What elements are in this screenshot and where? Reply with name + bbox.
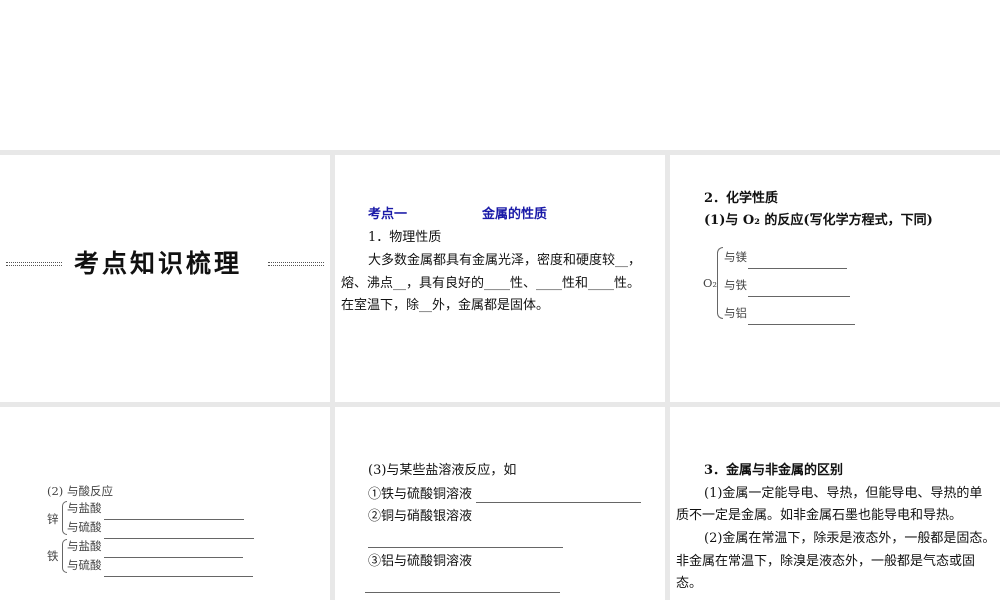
- top-blank-area: [0, 0, 1000, 150]
- subheading: (1)与 O₂ 的反应(写化学方程式，下同): [704, 213, 933, 228]
- subheading: (2) 与酸反应: [47, 484, 113, 498]
- slide-physical-properties[interactable]: 考点一 金属的性质 1．物理性质 大多数金属都具有金属光泽，密度和硬度较__， …: [335, 155, 665, 402]
- text-line: 质不一定是金属。如非金属石墨也能导电和导热。: [676, 508, 963, 523]
- answer-blank[interactable]: [748, 268, 847, 269]
- text-line: 态。: [676, 576, 703, 591]
- acid-item: 与盐酸: [67, 539, 102, 553]
- dotted-divider-right: [268, 262, 324, 266]
- text-line: (1)金属一定能导电、导热，但能导电、导热的单: [704, 486, 983, 501]
- text-line: (2)金属在常温下，除汞是液态外，一般都是固态。: [704, 531, 996, 546]
- text-line: 非金属在常温下，除溴是液态外，一般都是气态或固: [676, 554, 976, 569]
- brace: [717, 247, 723, 319]
- reaction-item: 与铝: [724, 306, 747, 320]
- reaction-item: 与镁: [724, 250, 747, 264]
- slide-chemical-properties[interactable]: 2．化学性质 (1)与 O₂ 的反应(写化学方程式，下同) O₂ 与镁 与铁 与…: [670, 155, 1000, 402]
- section-title: 考点知识梳理: [74, 249, 243, 278]
- answer-blank[interactable]: [104, 557, 243, 558]
- text-line: 熔、沸点__，具有良好的____性、____性和____性。: [341, 276, 641, 291]
- acid-item: 与硫酸: [67, 520, 102, 534]
- heading: 2．化学性质: [704, 191, 779, 206]
- acid-item: 与硫酸: [67, 558, 102, 572]
- slide-salt-reactions[interactable]: (3)与某些盐溶液反应，如 ①铁与硫酸铜溶液 ②铜与硝酸银溶液 ③铝与硫酸铜溶液: [335, 407, 665, 600]
- zinc-label: 锌: [47, 512, 59, 526]
- reaction-item: ①铁与硫酸铜溶液: [368, 487, 473, 502]
- slide-grid: 考点知识梳理 考点一 金属的性质 1．物理性质 大多数金属都具有金属光泽，密度和…: [0, 150, 1000, 600]
- answer-blank[interactable]: [748, 296, 850, 297]
- answer-blank[interactable]: [748, 324, 855, 325]
- subheading: (3)与某些盐溶液反应，如: [368, 463, 517, 478]
- topic-title: 金属的性质: [482, 207, 548, 222]
- reaction-item: 与铁: [724, 278, 747, 292]
- answer-blank[interactable]: [365, 592, 560, 593]
- heading: 3．金属与非金属的区别: [704, 463, 844, 478]
- text-line: 在室温下，除__外，金属都是固体。: [341, 298, 550, 313]
- topic-label: 考点一: [368, 207, 408, 222]
- slide-section-title[interactable]: 考点知识梳理: [0, 155, 330, 402]
- answer-blank[interactable]: [476, 502, 641, 503]
- slide-acid-reactions[interactable]: (2) 与酸反应 锌 与盐酸 与硫酸 铁 与盐酸 与硫酸: [0, 407, 330, 600]
- answer-blank[interactable]: [104, 538, 254, 539]
- reaction-item: ②铜与硝酸银溶液: [368, 509, 473, 524]
- acid-item: 与盐酸: [67, 501, 102, 515]
- dotted-divider-left: [6, 262, 62, 266]
- answer-blank[interactable]: [104, 519, 244, 520]
- iron-label: 铁: [47, 549, 59, 563]
- text-line: 大多数金属都具有金属光泽，密度和硬度较__，: [368, 253, 642, 268]
- o2-label: O₂: [703, 276, 718, 290]
- slide-metal-vs-nonmetal[interactable]: 3．金属与非金属的区别 (1)金属一定能导电、导热，但能导电、导热的单 质不一定…: [670, 407, 1000, 600]
- heading: 1．物理性质: [368, 230, 442, 245]
- answer-blank[interactable]: [368, 547, 563, 548]
- reaction-item: ③铝与硫酸铜溶液: [368, 554, 473, 569]
- answer-blank[interactable]: [104, 576, 253, 577]
